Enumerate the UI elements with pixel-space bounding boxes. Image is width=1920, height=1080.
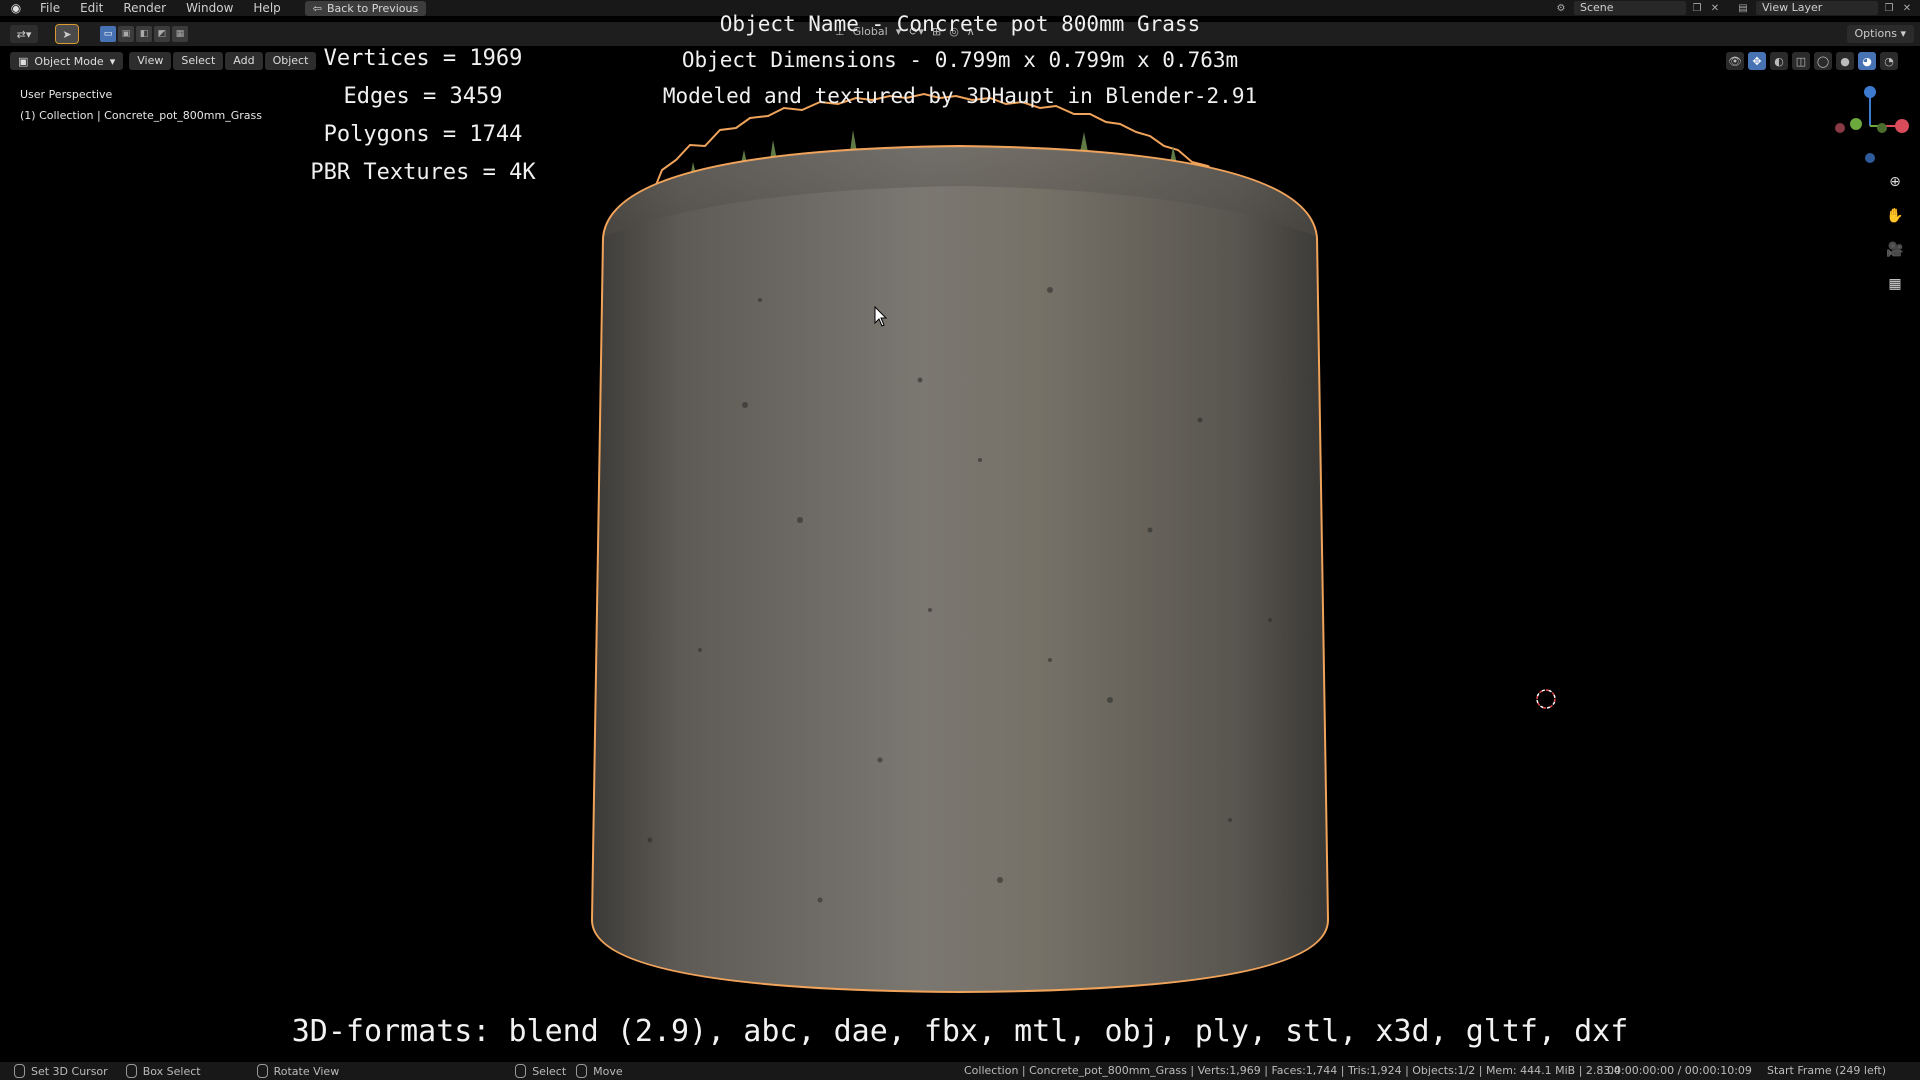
object-dimensions-text: Object Dimensions - 0.799m x 0.799m x 0.… xyxy=(681,48,1239,72)
object-name-title: Object Name - Concrete pot 800mm Grass xyxy=(719,12,1201,36)
gizmo-y-axis xyxy=(1850,118,1862,130)
hint-label: Set 3D Cursor xyxy=(31,1064,108,1078)
pot-body xyxy=(590,144,1330,994)
camera-view-icon[interactable]: 🎥 xyxy=(1883,238,1907,262)
ortho-grid-icon[interactable]: ▦ xyxy=(1883,272,1907,296)
status-hint-box-select: Box Select xyxy=(125,1064,201,1078)
frame-info: Start Frame (249 left) xyxy=(1766,1064,1886,1077)
mouse-drag-icon xyxy=(125,1064,137,1078)
hint-label: Rotate View xyxy=(273,1064,340,1078)
gizmo-neg-z-axis xyxy=(1865,153,1875,163)
mouse-drag-right-icon xyxy=(576,1064,588,1078)
mouse-pointer-icon xyxy=(874,306,888,327)
vertices-stat: Vertices = 1969 xyxy=(323,46,523,71)
pan-hand-icon[interactable]: ✋ xyxy=(1883,204,1907,228)
mesh-stats: Vertices = 1969 Edges = 3459 Polygons = … xyxy=(303,40,543,192)
gizmo-z-axis xyxy=(1864,86,1876,98)
mouse-left-icon xyxy=(14,1064,25,1078)
status-hint-rotate-view: Rotate View xyxy=(256,1064,340,1078)
timecode: 00:00:00:00 / 00:00:10:09 xyxy=(1607,1064,1752,1077)
hint-label: Select xyxy=(532,1064,567,1078)
overlay-titles: Object Name - Concrete pot 800mm Grass O… xyxy=(610,6,1310,114)
status-bar: Set 3D Cursor Box Select Rotate View Sel… xyxy=(0,1062,1920,1080)
gizmo-x-axis xyxy=(1895,119,1909,133)
gizmo-neg-x-axis xyxy=(1835,123,1845,133)
navigation-tools: ⊕ ✋ 🎥 ▦ xyxy=(1883,170,1907,296)
hint-label: Move xyxy=(593,1064,623,1078)
navigation-gizmo[interactable] xyxy=(1830,86,1910,166)
polygons-stat: Polygons = 1744 xyxy=(323,122,523,147)
hint-label: Box Select xyxy=(142,1064,201,1078)
scene-statistics: Collection | Concrete_pot_800mm_Grass | … xyxy=(964,1064,1621,1077)
concrete-pot-object[interactable] xyxy=(0,0,1920,1080)
formats-caption: 3D-formats: blend (2.9), abc, dae, fbx, … xyxy=(291,1014,1629,1049)
status-hint-set-cursor: Set 3D Cursor xyxy=(14,1064,108,1078)
gizmo-neg-y-axis xyxy=(1877,123,1887,133)
edges-stat: Edges = 3459 xyxy=(343,84,503,109)
3d-cursor-icon[interactable] xyxy=(1535,688,1557,710)
zoom-icon[interactable]: ⊕ xyxy=(1883,170,1907,194)
status-hint-select: Select xyxy=(515,1064,566,1078)
textures-stat: PBR Textures = 4K xyxy=(310,160,536,185)
status-hint-move: Move xyxy=(576,1064,623,1078)
mouse-right-icon xyxy=(515,1064,527,1078)
credit-text: Modeled and textured by 3DHaupt in Blend… xyxy=(662,84,1258,108)
mouse-middle-icon xyxy=(256,1064,268,1078)
